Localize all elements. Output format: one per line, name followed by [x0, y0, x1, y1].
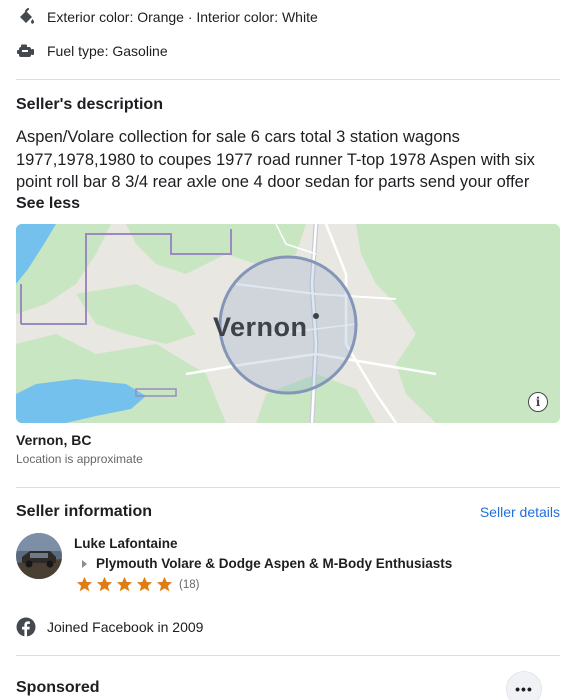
description-title: Seller's description — [16, 96, 163, 113]
star-icon — [136, 576, 153, 592]
caret-right-icon — [82, 559, 87, 568]
star-icon — [76, 576, 93, 592]
description-text: Aspen/Volare collection for sale 6 cars … — [16, 128, 535, 191]
avatar[interactable] — [16, 533, 62, 579]
divider — [16, 487, 560, 488]
see-less-button[interactable]: See less — [16, 195, 80, 213]
location-name: Vernon, BC — [16, 432, 92, 448]
fuel-text: Fuel type: Gasoline — [47, 43, 168, 59]
map-city-label: Vernon — [213, 312, 308, 342]
exterior-interior-color-row: Exterior color: Orange · Interior color:… — [16, 7, 318, 27]
fuel-pump-icon — [16, 41, 36, 61]
seller-group-row[interactable]: Plymouth Volare & Dodge Aspen & M-Body E… — [82, 556, 452, 571]
fuel-type-row: Fuel type: Gasoline — [16, 41, 168, 61]
location-note: Location is approximate — [16, 452, 143, 466]
divider — [16, 655, 560, 656]
facebook-logo-icon — [16, 617, 36, 637]
seller-rating: (18) — [76, 576, 199, 593]
star-icon — [116, 576, 133, 592]
star-icon — [96, 576, 113, 592]
rating-count: (18) — [179, 578, 200, 591]
info-icon[interactable]: i — [528, 392, 548, 412]
joined-facebook-row: Joined Facebook in 2009 — [16, 617, 203, 637]
location-map[interactable]: Vernon i — [16, 224, 560, 423]
color-text: Exterior color: Orange · Interior color:… — [47, 9, 318, 25]
star-icon — [156, 576, 173, 592]
seller-info-title: Seller information — [16, 503, 153, 520]
more-options-button[interactable]: ••• — [506, 671, 542, 700]
paint-bucket-icon — [16, 7, 36, 27]
sponsored-title: Sponsored — [16, 679, 100, 696]
seller-group-name: Plymouth Volare & Dodge Aspen & M-Body E… — [96, 556, 453, 571]
joined-text: Joined Facebook in 2009 — [47, 619, 204, 635]
seller-name[interactable]: Luke Lafontaine — [74, 536, 178, 551]
seller-details-link[interactable]: Seller details — [480, 504, 560, 520]
divider — [16, 79, 560, 80]
